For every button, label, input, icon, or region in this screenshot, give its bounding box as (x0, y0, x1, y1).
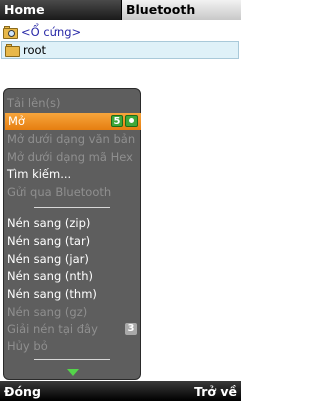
softkey-back[interactable]: Trở về (194, 384, 237, 399)
menu-item-compress-gz[interactable]: Nén sang (gz) (4, 304, 142, 321)
folder-icon (5, 43, 21, 57)
file-item-label: <Ổ cứng> (21, 25, 82, 39)
menu-item-open-as-hex[interactable]: Mở dưới dạng mã Hex (4, 149, 142, 166)
drive-folder-icon (3, 25, 19, 39)
scroll-down-arrow-icon[interactable] (67, 369, 79, 376)
menu-item-label: Giải nén tại đây (7, 322, 98, 336)
menu-item-extract-here[interactable]: Giải nén tại đây 3 (4, 321, 142, 338)
softkey-close[interactable]: Đóng (4, 384, 41, 399)
context-menu: Tải lên(s) Mở 5 Mở dưới dạng văn bản Mở … (3, 88, 141, 380)
status-dot-icon (125, 115, 138, 127)
menu-item-compress-zip[interactable]: Nén sang (zip) (4, 215, 142, 232)
menu-item-compress-tar[interactable]: Nén sang (tar) (4, 233, 142, 250)
shortcut-badge: 3 (125, 323, 137, 335)
menu-item-compress-thm[interactable]: Nén sang (thm) (4, 286, 142, 303)
menu-item-send-bluetooth[interactable]: Gửi qua Bluetooth (4, 184, 142, 201)
tab-bar: Home Bluetooth (0, 0, 241, 20)
tab-bluetooth[interactable]: Bluetooth (122, 0, 241, 20)
file-item-label: root (23, 43, 47, 57)
menu-separator (34, 359, 110, 360)
menu-item-open[interactable]: Mở 5 (5, 113, 141, 130)
menu-item-compress-jar[interactable]: Nén sang (jar) (4, 251, 142, 268)
menu-item-label: Mở (8, 114, 25, 128)
tab-home[interactable]: Home (0, 0, 122, 20)
file-item-root[interactable]: root (1, 41, 239, 59)
menu-item-upload[interactable]: Tải lên(s) (4, 95, 142, 112)
shortcut-badge: 5 (111, 115, 123, 127)
menu-item-open-as-text[interactable]: Mở dưới dạng văn bản (4, 131, 142, 148)
menu-item-cancel[interactable]: Hủy bỏ (4, 338, 142, 355)
menu-item-compress-nth[interactable]: Nén sang (nth) (4, 268, 142, 285)
softkey-bar: Đóng Trở về (0, 381, 241, 401)
menu-separator (34, 207, 110, 208)
file-item-drive[interactable]: <Ổ cứng> (0, 23, 241, 41)
menu-item-search[interactable]: Tìm kiếm... (4, 166, 142, 183)
